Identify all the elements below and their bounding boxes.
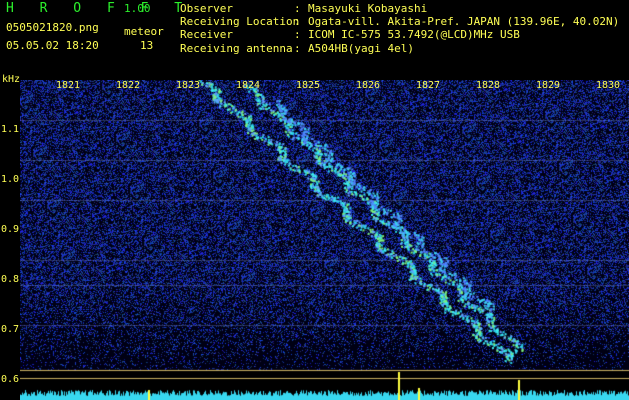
y-tick-label: 1.0 xyxy=(1,174,20,185)
info-row-observer: Observer : Masayuki Kobayashi xyxy=(180,2,619,15)
y-tick-label: 1.1 xyxy=(1,124,20,135)
info-separator: : xyxy=(294,15,301,29)
x-tick-label: 1825 xyxy=(295,80,321,91)
app-title: H R O F F T xyxy=(6,1,192,16)
info-row-antenna: Receiving antenna : A504HB(yagi 4el) xyxy=(180,42,619,55)
info-value: ICOM IC-575 53.7492(@LCD)MHz USB xyxy=(308,28,520,42)
app-version: 1.00 xyxy=(124,2,151,15)
meteor-count-value: 13 xyxy=(140,39,154,52)
x-tick-label: 1824 xyxy=(235,80,261,91)
info-row-receiver: Receiver : ICOM IC-575 53.7492(@LCD)MHz … xyxy=(180,28,619,41)
x-tick-label: 1822 xyxy=(115,80,141,91)
x-tick-label: 1823 xyxy=(175,80,201,91)
x-tick-label: 1828 xyxy=(475,80,501,91)
info-value: Masayuki Kobayashi xyxy=(308,2,428,15)
info-key: Receiving Location xyxy=(180,15,300,29)
y-tick-label: 0.9 xyxy=(1,224,20,235)
y-tick-label: 0.7 xyxy=(1,324,20,335)
info-separator: : xyxy=(294,2,301,15)
info-separator: : xyxy=(294,41,301,55)
info-value: A504HB(yagi 4el) xyxy=(308,41,414,55)
x-tick-label: 1830 xyxy=(595,80,621,91)
spectrogram-waterfall xyxy=(20,80,629,400)
info-key: Receiver xyxy=(180,28,233,42)
x-tick-label: 1829 xyxy=(535,80,561,91)
info-row-location: Receiving Location : Ogata-vill. Akita-P… xyxy=(180,15,619,28)
x-tick-label: 1826 xyxy=(355,80,381,91)
station-info: Observer : Masayuki Kobayashi Receiving … xyxy=(180,2,619,55)
info-value: Ogata-vill. Akita-Pref. JAPAN (139.96E, … xyxy=(308,15,620,29)
x-tick-label: 1827 xyxy=(415,80,441,91)
info-key: Observer xyxy=(180,2,233,15)
observation-datetime: 05.05.02 18:20 xyxy=(6,39,99,52)
file-name: 0505021820.png xyxy=(6,21,99,34)
info-separator: : xyxy=(294,28,301,42)
y-axis-unit: kHz xyxy=(2,74,21,85)
x-tick-label: 1821 xyxy=(55,80,81,91)
meteor-count-label: meteor xyxy=(124,25,164,38)
y-tick-label: 0.8 xyxy=(1,274,20,285)
y-tick-label: 0.6 xyxy=(1,374,20,385)
info-key: Receiving antenna xyxy=(180,41,293,55)
